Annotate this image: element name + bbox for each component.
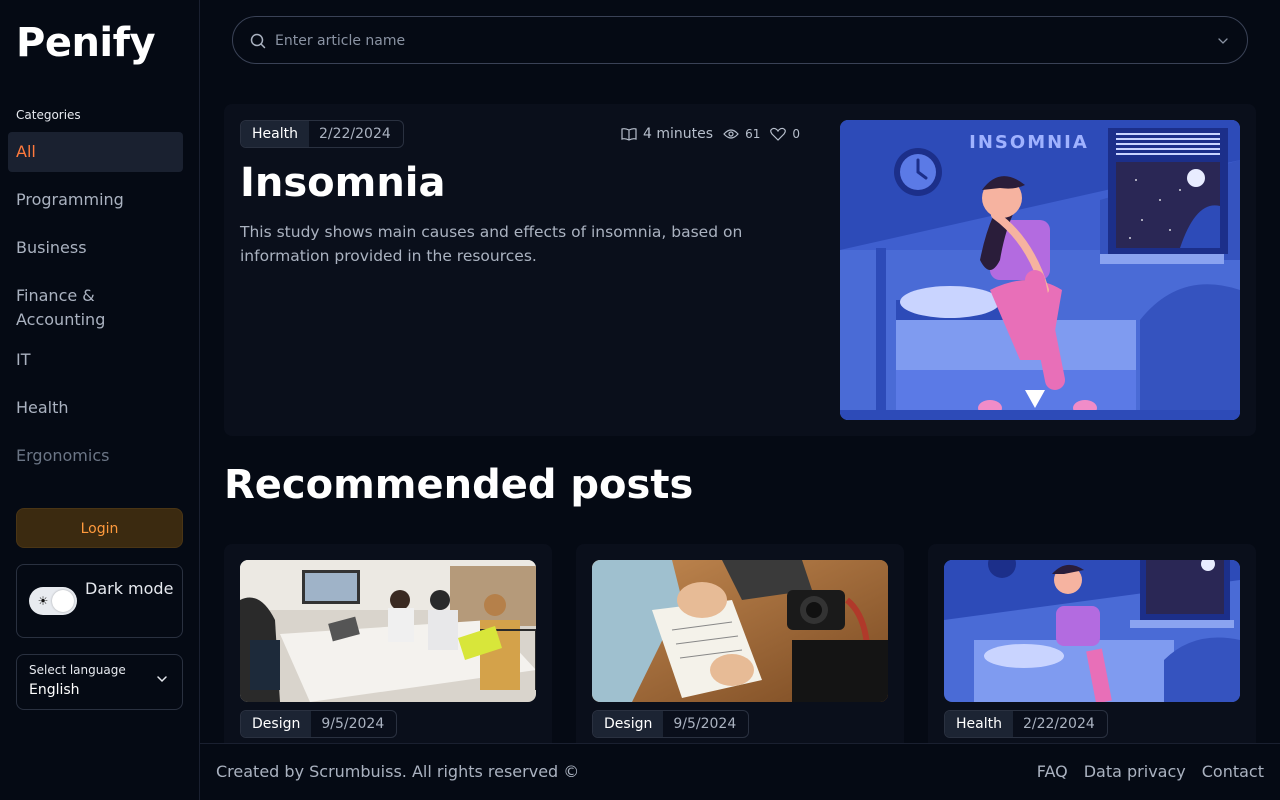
sidebar-item-programming[interactable]: Programming [8,180,183,220]
post-date: 9/5/2024 [321,716,385,732]
like-count: 0 [792,127,800,141]
featured-tag-pill: Health 2/22/2024 [240,120,404,148]
category-tag[interactable]: Design [593,711,664,737]
search-icon [250,33,266,49]
sidebar-item-ergonomics[interactable]: Ergonomics [8,436,183,476]
desk-photo[interactable] [592,560,888,702]
article-title[interactable]: Insomnia [240,160,446,206]
sidebar-item-health[interactable]: Health [8,388,183,428]
chevron-down-icon[interactable] [1217,35,1229,47]
dark-mode-label: Dark mode [85,579,174,598]
categories-heading: Categories [16,108,81,122]
category-list: All Programming Business Finance & Accou… [8,132,183,484]
article-meta: 4 minutes 61 0 [621,126,800,142]
chevron-down-icon [157,676,167,683]
category-tag[interactable]: Health [945,711,1013,737]
meeting-photo[interactable] [240,560,536,702]
post-tag-pill: Health 2/22/2024 [944,710,1108,738]
featured-article[interactable]: Health 2/22/2024 4 minutes 61 0 Insomnia… [224,104,1256,436]
post-card[interactable]: Design 9/5/2024 [576,544,904,764]
search-bar [232,16,1248,64]
insomnia-thumbnail-svg [944,560,1240,702]
brand-logo[interactable]: Penify [16,20,156,66]
footer-links: FAQ Data privacy Contact [1037,762,1264,781]
sidebar-item-it[interactable]: IT [8,340,183,380]
article-date: 2/22/2024 [318,126,391,142]
post-date: 2/22/2024 [1022,716,1095,732]
post-card[interactable]: Design 9/5/2024 [224,544,552,764]
data-privacy-link[interactable]: Data privacy [1084,762,1186,781]
faq-link[interactable]: FAQ [1037,762,1068,781]
sun-icon: ☀ [37,594,49,608]
post-date: 9/5/2024 [673,716,737,732]
sidebar-item-finance-accounting[interactable]: Finance & Accounting [8,276,183,332]
read-time: 4 minutes [643,126,714,142]
language-value: English [29,682,80,698]
toggle-knob [52,590,74,612]
book-icon [621,128,637,141]
heart-icon[interactable] [770,127,787,141]
insomnia-illustration-svg: INSOMNIA [840,120,1240,420]
login-button[interactable]: Login [16,508,183,548]
dark-mode-toggle[interactable]: ☀ [29,587,77,615]
dark-mode-panel: ☀ Dark mode [16,564,183,638]
desk-photo-svg [592,560,888,702]
sidebar: Penify Categories All Programming Busine… [0,0,200,800]
post-card[interactable]: Health 2/22/2024 [928,544,1256,764]
category-tag[interactable]: Health [241,121,309,147]
search-input[interactable] [275,29,1175,53]
language-select[interactable]: Select language English [16,654,183,710]
category-tag[interactable]: Design [241,711,312,737]
eye-icon [723,129,739,139]
insomnia-thumbnail[interactable] [944,560,1240,702]
illustration-title: INSOMNIA [969,132,1089,153]
meeting-photo-svg [240,560,536,702]
post-tag-pill: Design 9/5/2024 [240,710,398,738]
article-description: This study shows main causes and effects… [240,223,743,265]
copyright-text: Created by Scrumbuiss. All rights reserv… [216,762,580,781]
sidebar-item-business[interactable]: Business [8,228,183,268]
recommended-heading: Recommended posts [224,462,694,508]
view-count: 61 [745,127,761,141]
post-tag-pill: Design 9/5/2024 [592,710,750,738]
contact-link[interactable]: Contact [1202,762,1264,781]
sidebar-item-all[interactable]: All [8,132,183,172]
insomnia-illustration[interactable]: INSOMNIA [840,120,1240,420]
footer: Created by Scrumbuiss. All rights reserv… [200,743,1280,800]
language-caption: Select language [29,663,126,677]
